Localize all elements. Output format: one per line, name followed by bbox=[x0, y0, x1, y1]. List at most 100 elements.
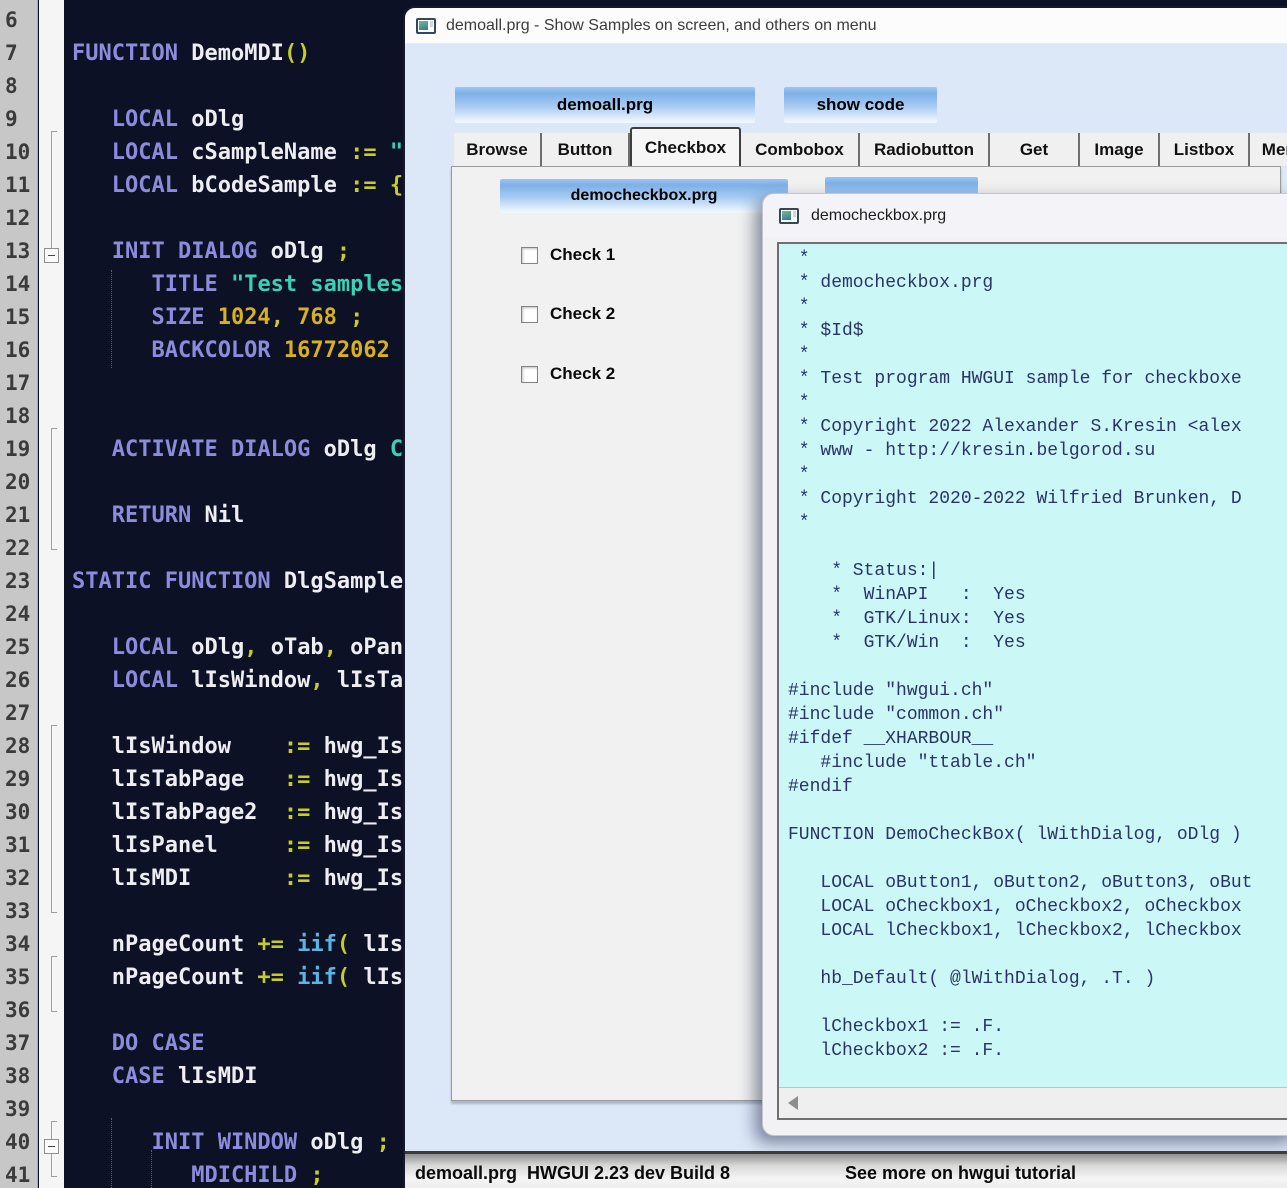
fold-collapse-icon[interactable] bbox=[44, 248, 59, 263]
checkbox-row[interactable]: Check 2 bbox=[521, 304, 615, 324]
line-number: 40 bbox=[0, 1130, 37, 1163]
code-line: lIsTabPage := hwg_Is bbox=[72, 767, 403, 800]
window-icon bbox=[779, 208, 799, 224]
line-number: 33 bbox=[0, 899, 37, 932]
line-number: 28 bbox=[0, 734, 37, 767]
scroll-left-arrow-icon[interactable] bbox=[788, 1096, 798, 1110]
line-number: 23 bbox=[0, 569, 37, 602]
fold-scope-line bbox=[51, 956, 52, 1012]
line-number: 22 bbox=[0, 536, 37, 569]
line-number: 15 bbox=[0, 305, 37, 338]
code-line: lIsMDI := hwg_Is bbox=[72, 866, 403, 899]
checkbox-label: Check 2 bbox=[550, 364, 615, 384]
tab-browse[interactable]: Browse bbox=[454, 133, 542, 166]
tab-image[interactable]: Image bbox=[1080, 133, 1160, 166]
tab-listbox[interactable]: Listbox bbox=[1160, 133, 1250, 166]
line-number: 21 bbox=[0, 503, 37, 536]
screenshot-root: 6789101112131415161718192021222324252627… bbox=[0, 0, 1287, 1188]
code-line: lIsTabPage2 := hwg_Is bbox=[72, 800, 403, 833]
checkbox-label: Check 1 bbox=[550, 245, 615, 265]
source-code[interactable]: * * democheckbox.prg * * $Id$ * * Test p… bbox=[779, 244, 1287, 1087]
code-lines[interactable]: FUNCTION DemoMDI() LOCAL oDlg LOCAL cSam… bbox=[64, 0, 403, 1188]
checkbox-box[interactable] bbox=[521, 306, 538, 323]
demoall-window: demoall.prg - Show Samples on screen, an… bbox=[403, 6, 1287, 1188]
line-number: 41 bbox=[0, 1163, 37, 1188]
checkbox-row[interactable]: Check 2 bbox=[521, 364, 615, 384]
tab-button[interactable]: Button bbox=[542, 133, 630, 166]
code-editor: 6789101112131415161718192021222324252627… bbox=[0, 0, 403, 1188]
code-line: TITLE "Test samples bbox=[72, 272, 403, 305]
code-line: MDICHILD ; bbox=[72, 1163, 324, 1188]
tab-get[interactable]: Get bbox=[990, 133, 1080, 166]
democheckbox-title: democheckbox.prg bbox=[811, 207, 946, 225]
tab-bar: BrowseButtonCheckboxComboboxRadiobuttonG… bbox=[454, 133, 1287, 166]
tab-combobox[interactable]: Combobox bbox=[741, 133, 860, 166]
democheckbox-titlebar[interactable]: democheckbox.prg bbox=[763, 194, 1287, 238]
demoall-title: demoall.prg - Show Samples on screen, an… bbox=[446, 17, 876, 35]
line-number: 37 bbox=[0, 1031, 37, 1064]
show-code-button[interactable]: show code bbox=[784, 87, 937, 123]
line-number: 31 bbox=[0, 833, 37, 866]
checkbox-box[interactable] bbox=[521, 247, 538, 264]
line-number: 32 bbox=[0, 866, 37, 899]
code-line: FUNCTION DemoMDI() bbox=[72, 41, 310, 74]
checkbox-row[interactable]: Check 1 bbox=[521, 245, 615, 265]
code-line: lIsWindow := hwg_Is bbox=[72, 734, 403, 767]
line-number: 29 bbox=[0, 767, 37, 800]
code-line: BACKCOLOR 16772062 bbox=[72, 338, 390, 371]
democheckbox-prg-button[interactable]: democheckbox.prg bbox=[500, 179, 788, 213]
checkbox-box[interactable] bbox=[521, 366, 538, 383]
code-line: DO CASE bbox=[72, 1031, 204, 1064]
line-number: 20 bbox=[0, 470, 37, 503]
demoall-titlebar[interactable]: demoall.prg - Show Samples on screen, an… bbox=[405, 8, 1287, 44]
code-line: LOCAL oDlg, oTab, oPan bbox=[72, 635, 403, 668]
gutter: 6789101112131415161718192021222324252627… bbox=[0, 0, 38, 1188]
tab-radiobutton[interactable]: Radiobutton bbox=[860, 133, 990, 166]
line-number: 39 bbox=[0, 1097, 37, 1130]
fold-scope-line bbox=[51, 428, 52, 550]
status-left: demoall.prg HWGUI 2.23 dev Build 8 bbox=[415, 1154, 730, 1188]
code-line: ACTIVATE DIALOG oDlg C bbox=[72, 437, 403, 470]
line-number: 7 bbox=[0, 41, 37, 74]
code-line: LOCAL bCodeSample := { bbox=[72, 173, 403, 206]
line-number: 34 bbox=[0, 932, 37, 965]
fold-scope-line bbox=[51, 131, 52, 253]
horizontal-scrollbar[interactable] bbox=[779, 1087, 1287, 1118]
code-line: nPageCount += iif( lIs bbox=[72, 965, 403, 998]
line-number: 38 bbox=[0, 1064, 37, 1097]
line-number: 14 bbox=[0, 272, 37, 305]
line-number: 11 bbox=[0, 173, 37, 206]
line-number: 10 bbox=[0, 140, 37, 173]
code-line: nPageCount += iif( lIs bbox=[72, 932, 403, 965]
code-line: INIT DIALOG oDlg ; bbox=[72, 239, 350, 272]
democheckbox-window: democheckbox.prg * * democheckbox.prg * … bbox=[762, 193, 1287, 1136]
line-number: 24 bbox=[0, 602, 37, 635]
fold-collapse-icon[interactable] bbox=[44, 1139, 59, 1154]
status-bar: demoall.prg HWGUI 2.23 dev Build 8 See m… bbox=[405, 1151, 1287, 1188]
line-number: 8 bbox=[0, 74, 37, 107]
code-line: RETURN Nil bbox=[72, 503, 244, 536]
line-number: 9 bbox=[0, 107, 37, 140]
code-line: LOCAL oDlg bbox=[72, 107, 244, 140]
code-line: LOCAL cSampleName := " bbox=[72, 140, 403, 173]
window-icon bbox=[416, 18, 436, 34]
code-line: SIZE 1024, 768 ; bbox=[72, 305, 363, 338]
code-line: INIT WINDOW oDlg ; bbox=[72, 1130, 390, 1163]
code-line: CASE lIsMDI bbox=[72, 1064, 257, 1097]
line-number: 26 bbox=[0, 668, 37, 701]
code-line: STATIC FUNCTION DlgSample bbox=[72, 569, 403, 602]
line-number: 19 bbox=[0, 437, 37, 470]
demoall-prg-button[interactable]: demoall.prg bbox=[455, 87, 755, 123]
line-number: 16 bbox=[0, 338, 37, 371]
status-right: See more on hwgui tutorial bbox=[845, 1154, 1076, 1188]
line-number: 30 bbox=[0, 800, 37, 833]
line-number: 36 bbox=[0, 998, 37, 1031]
line-number: 35 bbox=[0, 965, 37, 998]
fold-scope-line bbox=[51, 725, 52, 913]
tab-menu[interactable]: Menu bbox=[1250, 133, 1287, 166]
code-viewer: * * democheckbox.prg * * $Id$ * * Test p… bbox=[777, 242, 1287, 1120]
line-number: 12 bbox=[0, 206, 37, 239]
line-number: 13 bbox=[0, 239, 37, 272]
fold-margin[interactable] bbox=[39, 0, 64, 1188]
tab-checkbox[interactable]: Checkbox bbox=[630, 127, 741, 166]
